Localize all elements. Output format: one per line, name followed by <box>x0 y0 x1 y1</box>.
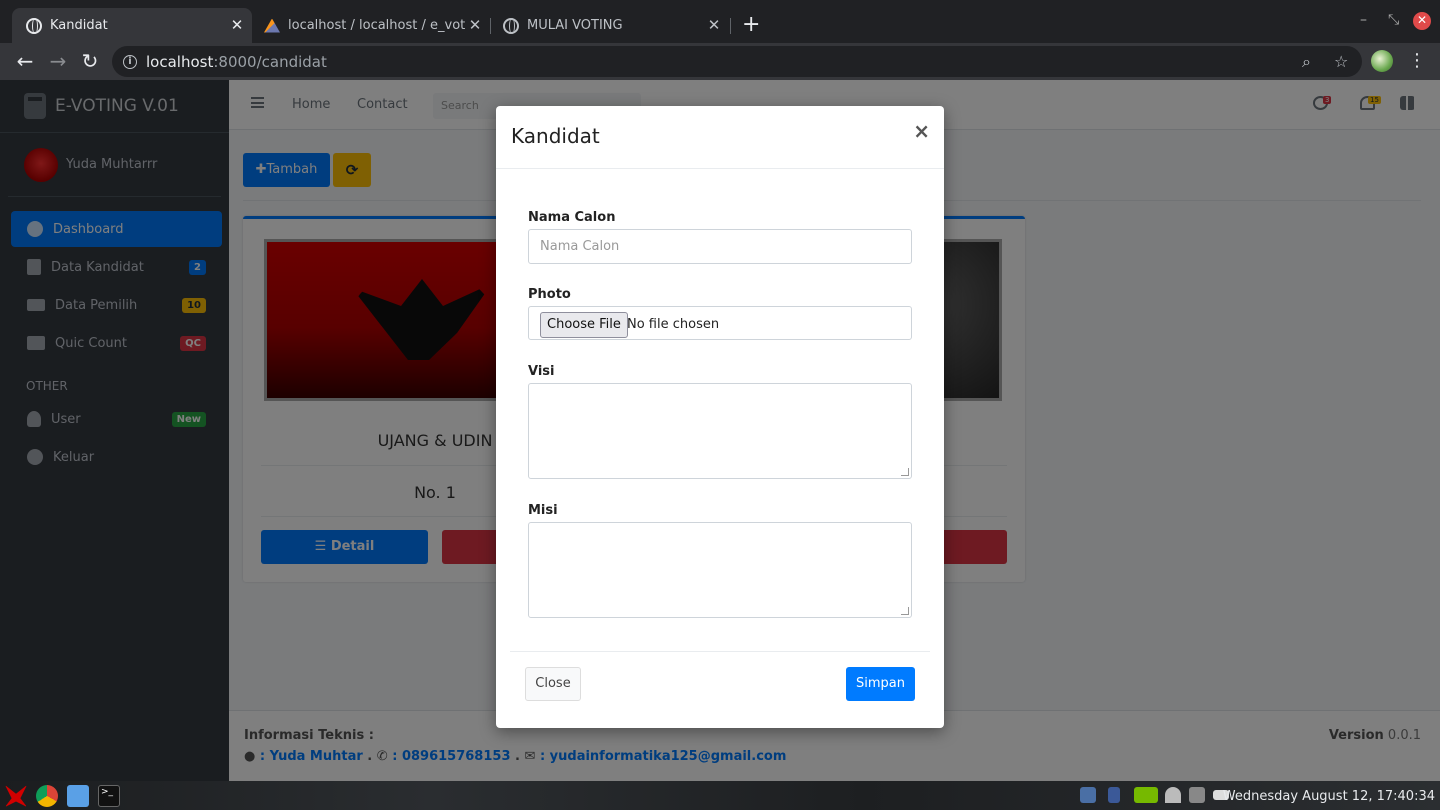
photo-label: Photo <box>528 287 571 302</box>
terminal-icon[interactable]: >_ <box>98 785 120 807</box>
tab-close-icon[interactable]: ✕ <box>705 16 723 34</box>
tab-close-icon[interactable]: ✕ <box>466 16 484 34</box>
wifi-icon[interactable] <box>1165 787 1181 803</box>
visi-textarea[interactable] <box>528 383 912 479</box>
profile-avatar[interactable] <box>1371 50 1393 72</box>
os-taskbar: >_ Wednesday August 12, 17:40:34 <box>0 781 1440 810</box>
tab-kandidat[interactable]: Kandidat ✕ <box>12 8 252 43</box>
files-icon[interactable] <box>67 785 89 807</box>
modal-footer: Close Simpan <box>510 651 930 728</box>
globe-icon <box>503 17 519 34</box>
tab-close-icon[interactable]: ✕ <box>228 16 246 34</box>
kandidat-modal: Kandidat × Nama Calon Nama Calon Photo C… <box>496 106 944 728</box>
minimize-icon[interactable]: – <box>1360 12 1367 28</box>
bookmark-star-icon[interactable]: ☆ <box>1334 52 1348 71</box>
info-icon[interactable]: i <box>123 55 137 69</box>
zoom-icon[interactable]: ⌕ <box>1302 52 1311 72</box>
photo-file-input[interactable]: Choose File No file chosen <box>528 306 912 340</box>
modal-header: Kandidat × <box>496 106 944 169</box>
address-bar[interactable]: i localhost:8000/candidat ⌕ ☆ <box>112 46 1362 77</box>
shield-icon[interactable] <box>1080 787 1096 803</box>
close-icon[interactable]: × <box>913 119 930 143</box>
simpan-button[interactable]: Simpan <box>846 667 915 701</box>
nama-calon-input[interactable]: Nama Calon <box>528 229 912 264</box>
url-text: localhost:8000/candidat <box>146 53 327 71</box>
tab-title: localhost / localhost / e_vote / u <box>288 18 466 33</box>
choose-file-button[interactable]: Choose File <box>540 312 628 338</box>
visi-label: Visi <box>528 364 555 379</box>
browser-toolbar: ← → ↻ i localhost:8000/candidat ⌕ ☆ ⋮ <box>0 43 1440 80</box>
modal-title: Kandidat <box>511 124 600 148</box>
nama-calon-label: Nama Calon <box>528 210 616 225</box>
new-tab-icon[interactable]: + <box>742 14 760 36</box>
bluetooth-icon[interactable] <box>1108 787 1120 803</box>
forward-icon[interactable]: → <box>45 49 71 75</box>
volume-icon[interactable] <box>1189 787 1205 803</box>
misi-textarea[interactable] <box>528 522 912 618</box>
restore-icon[interactable]: ⤡ <box>1388 12 1399 28</box>
tab-mulai-voting[interactable]: MULAI VOTING ✕ <box>491 8 729 43</box>
browser-tab-bar: Kandidat ✕ localhost / localhost / e_vot… <box>0 0 1440 43</box>
tab-title: MULAI VOTING <box>527 18 623 33</box>
tab-phpmyadmin[interactable]: localhost / localhost / e_vote / u ✕ <box>252 8 490 43</box>
tab-title: Kandidat <box>50 18 108 33</box>
file-status: No file chosen <box>627 317 720 332</box>
phpmyadmin-icon <box>264 18 280 33</box>
nvidia-icon[interactable] <box>1134 787 1158 803</box>
globe-icon <box>26 17 42 34</box>
window-close-icon[interactable]: ✕ <box>1413 12 1431 30</box>
chrome-icon[interactable] <box>36 785 58 807</box>
tab-separator <box>730 18 731 34</box>
close-button[interactable]: Close <box>525 667 581 701</box>
app-menu-icon[interactable] <box>5 785 27 807</box>
misi-label: Misi <box>528 503 558 518</box>
back-icon[interactable]: ← <box>12 49 38 75</box>
reload-icon[interactable]: ↻ <box>77 49 103 75</box>
menu-kebab-icon[interactable]: ⋮ <box>1408 49 1426 73</box>
clock[interactable]: Wednesday August 12, 17:40:34 <box>1223 789 1435 804</box>
